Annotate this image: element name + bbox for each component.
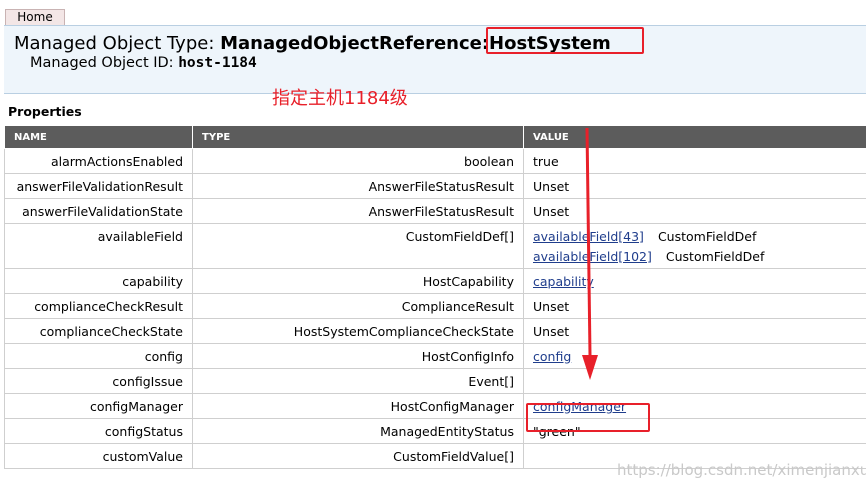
managed-object-id: Managed Object ID: host-1184 (30, 55, 257, 72)
annotation-text: 指定主机1184级 (272, 88, 408, 109)
property-value: Unset (523, 198, 866, 224)
column-header-type: TYPE (192, 125, 524, 149)
property-type: AnswerFileStatusResult (192, 173, 524, 199)
value-text: Unset (533, 299, 570, 314)
table-header-row: NAME TYPE VALUE (4, 125, 866, 149)
property-name: customValue (4, 443, 193, 469)
value-text: true (533, 154, 559, 169)
property-type: HostSystemComplianceCheckState (192, 318, 524, 344)
table-row: configManager HostConfigManager configMana… (4, 393, 866, 419)
managed-object-header: Managed Object Type: ManagedObjectRefere… (4, 25, 866, 94)
table-row: availableField CustomFieldDef[] availableF… (4, 223, 866, 269)
property-type: HostCapability (192, 268, 524, 294)
property-value: availableField[43] CustomFieldDef availabl… (523, 223, 866, 269)
value-line: capability (533, 272, 857, 292)
property-name: config (4, 343, 193, 369)
property-value: Unset (523, 318, 866, 344)
value-line: availableField[43] CustomFieldDef (533, 227, 857, 247)
table-row: answerFileValidationResult AnswerFileStat… (4, 173, 866, 199)
type-value-prefix: ManagedObjectReference: (220, 33, 490, 54)
table-row: answerFileValidationState AnswerFileStatu… (4, 198, 866, 224)
property-name: configIssue (4, 368, 193, 394)
type-label: Managed Object Type: (14, 33, 221, 54)
property-value: Unset (523, 293, 866, 319)
watermark: https://blog.csdn.net/ximenjianxue (617, 461, 866, 479)
table-row: capability HostCapability capability (4, 268, 866, 294)
properties-table: NAME TYPE VALUE alarmActionsEnabled boole… (4, 125, 866, 469)
column-header-value: VALUE (523, 125, 866, 149)
table-row: configIssue Event[] (4, 368, 866, 394)
property-name: configStatus (4, 418, 193, 444)
value-link[interactable]: availableField[43] (533, 229, 644, 244)
property-value: config (523, 343, 866, 369)
property-value: capability (523, 268, 866, 294)
property-name: capability (4, 268, 193, 294)
property-type: HostConfigInfo (192, 343, 524, 369)
property-type: ComplianceResult (192, 293, 524, 319)
property-value (523, 368, 866, 394)
property-type: ManagedEntityStatus (192, 418, 524, 444)
value-line: config (533, 347, 857, 367)
value-text: Unset (533, 179, 570, 194)
property-name: answerFileValidationResult (4, 173, 193, 199)
value-link[interactable]: capability (533, 274, 594, 289)
property-type: HostConfigManager (192, 393, 524, 419)
property-type: AnswerFileStatusResult (192, 198, 524, 224)
value-text: Unset (533, 324, 570, 339)
property-name: availableField (4, 223, 193, 269)
property-type: Event[] (192, 368, 524, 394)
table-row: alarmActionsEnabled boolean true (4, 148, 866, 174)
property-name: configManager (4, 393, 193, 419)
value-type-text: CustomFieldDef (665, 249, 765, 264)
property-value: Unset (523, 173, 866, 199)
value-link[interactable]: config (533, 349, 571, 364)
property-name: answerFileValidationState (4, 198, 193, 224)
table-row: complianceCheckResult ComplianceResult Uns… (4, 293, 866, 319)
table-row: config HostConfigInfo config (4, 343, 866, 369)
property-name: alarmActionsEnabled (4, 148, 193, 174)
highlight-box-configmanager (526, 403, 650, 432)
table-row: configStatus ManagedEntityStatus "green" (4, 418, 866, 444)
value-text: Unset (533, 204, 570, 219)
id-label: Managed Object ID: (30, 55, 179, 71)
properties-title: Properties (8, 104, 82, 119)
value-link[interactable]: availableField[102] (533, 249, 652, 264)
property-type: boolean (192, 148, 524, 174)
value-type-text: CustomFieldDef (657, 229, 757, 244)
value-line: Unset (533, 202, 857, 222)
value-line: Unset (533, 297, 857, 317)
value-line: true (533, 152, 857, 172)
value-line: Unset (533, 322, 857, 342)
property-name: complianceCheckState (4, 318, 193, 344)
property-name: complianceCheckResult (4, 293, 193, 319)
id-value: host-1184 (178, 55, 257, 71)
value-line: Unset (533, 177, 857, 197)
property-type: CustomFieldValue[] (192, 443, 524, 469)
table-row: complianceCheckState HostSystemCompliance… (4, 318, 866, 344)
property-value: true (523, 148, 866, 174)
highlight-box-hostsystem (486, 27, 644, 54)
home-tab[interactable]: Home (5, 9, 65, 25)
value-line: availableField[102] CustomFieldDef (533, 247, 857, 267)
property-type: CustomFieldDef[] (192, 223, 524, 269)
column-header-name: NAME (4, 125, 193, 149)
